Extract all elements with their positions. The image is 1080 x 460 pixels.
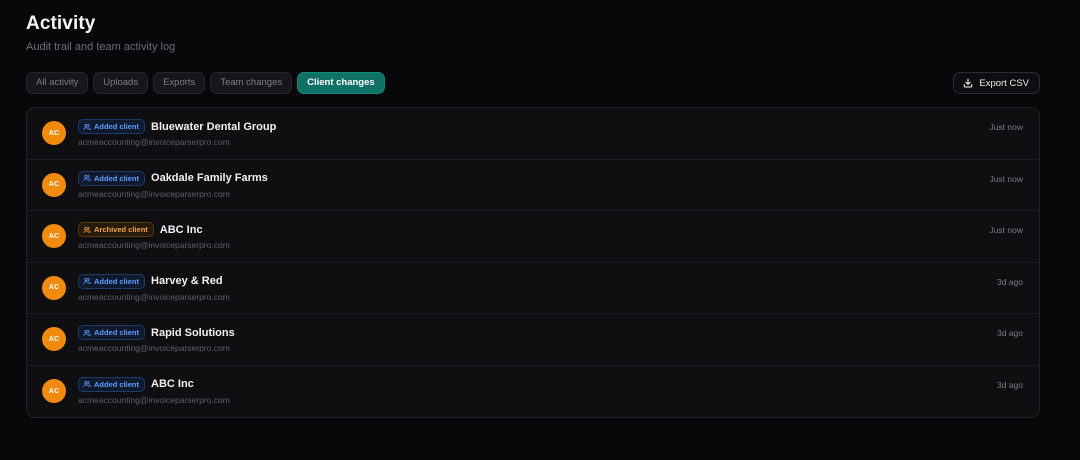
activity-row-content: Added client ABC Inc acmeaccounting@invo… [78, 376, 230, 405]
activity-timestamp: 3d ago [997, 328, 1023, 338]
actor-email: acmeaccounting@invoiceparserpro.com [78, 188, 230, 199]
avatar-initials: AC [48, 387, 60, 395]
page-title: Activity [26, 13, 96, 34]
activity-row-top: Added client Harvey & Red [78, 273, 230, 290]
avatar: AC [42, 121, 66, 146]
client-name: Rapid Solutions [151, 326, 235, 339]
activity-page: Activity Audit trail and team activity l… [0, 0, 1080, 460]
activity-list: AC Added client Bluewater Dental Group a… [26, 107, 1040, 418]
users-icon [83, 277, 91, 285]
client-name: Oakdale Family Farms [151, 172, 268, 184]
users-icon [83, 123, 91, 131]
page-subtitle: Audit trail and team activity log [26, 41, 176, 53]
export-csv-label: Export CSV [979, 77, 1029, 89]
avatar-initials: AC [48, 284, 60, 292]
client-name: Bluewater Dental Group [151, 120, 277, 133]
tab-team-changes[interactable]: Team changes [210, 72, 293, 94]
activity-timestamp: Just now [989, 122, 1023, 132]
page-header: Activity Audit trail and team activity l… [26, 12, 175, 54]
action-badge-label: Added client [94, 122, 140, 131]
activity-row-content: Added client Bluewater Dental Group acme… [78, 118, 276, 147]
avatar: AC [42, 327, 66, 352]
avatar-initials: AC [48, 335, 60, 343]
actor-email: acmeaccounting@invoiceparserpro.com [78, 240, 230, 250]
activity-timestamp: 3d ago [997, 379, 1023, 390]
action-badge: Added client [78, 170, 146, 186]
actor-email: acmeaccounting@invoiceparserpro.com [78, 343, 230, 353]
users-icon [83, 380, 91, 388]
activity-row[interactable]: AC Archived client ABC Inc acmeaccountin… [27, 211, 1039, 263]
action-badge-label: Archived client [94, 225, 148, 234]
action-badge-label: Added client [94, 379, 140, 389]
avatar: AC [42, 275, 66, 300]
activity-timestamp: 3d ago [997, 276, 1023, 287]
avatar-initials: AC [48, 129, 60, 137]
activity-row-top: Added client ABC Inc [78, 376, 230, 393]
action-badge: Archived client [78, 222, 154, 237]
tab-uploads[interactable]: Uploads [93, 72, 149, 94]
activity-row-top: Added client Bluewater Dental Group [78, 118, 276, 135]
activity-timestamp: Just now [989, 225, 1023, 235]
client-name: ABC Inc [151, 378, 194, 390]
activity-timestamp: Just now [989, 173, 1023, 184]
activity-row[interactable]: AC Added client Bluewater Dental Group a… [27, 108, 1039, 160]
action-badge: Added client [78, 325, 146, 340]
avatar: AC [42, 224, 66, 249]
avatar: AC [42, 172, 66, 197]
client-name: Harvey & Red [151, 275, 223, 287]
download-icon [963, 78, 973, 88]
avatar-initials: AC [48, 181, 60, 189]
activity-row-content: Added client Oakdale Family Farms acmeac… [78, 170, 268, 199]
avatar-initials: AC [48, 232, 60, 240]
activity-row[interactable]: AC Added client Oakdale Family Farms acm… [27, 160, 1039, 211]
client-name: ABC Inc [159, 223, 203, 236]
activity-row-top: Added client Rapid Solutions [78, 324, 235, 341]
activity-row-content: Added client Rapid Solutions acmeaccount… [78, 324, 235, 353]
activity-row[interactable]: AC Added client ABC Inc acmeaccounting@i… [27, 366, 1039, 418]
tab-exports[interactable]: Exports [153, 72, 206, 94]
actor-email: acmeaccounting@invoiceparserpro.com [78, 291, 230, 302]
tab-all-activity[interactable]: All activity [26, 72, 89, 94]
activity-row-top: Archived client ABC Inc [78, 221, 230, 238]
action-badge: Added client [78, 119, 146, 134]
users-icon [83, 174, 91, 182]
action-badge: Added client [78, 273, 146, 289]
avatar: AC [42, 379, 66, 404]
export-csv-button[interactable]: Export CSV [953, 72, 1040, 94]
activity-row-content: Archived client ABC Inc acmeaccounting@i… [78, 221, 230, 250]
activity-row[interactable]: AC Added client Harvey & Red acmeaccount… [27, 263, 1039, 314]
filter-tabs: All activity Uploads Exports Team change… [26, 72, 385, 94]
actor-email: acmeaccounting@invoiceparserpro.com [78, 394, 230, 405]
users-icon [83, 329, 91, 337]
action-badge-label: Added client [94, 173, 140, 183]
users-icon [83, 226, 91, 234]
activity-row[interactable]: AC Added client Rapid Solutions acmeacco… [27, 314, 1039, 366]
action-badge-label: Added client [94, 328, 140, 337]
activity-row-top: Added client Oakdale Family Farms [78, 170, 268, 187]
actor-email: acmeaccounting@invoiceparserpro.com [78, 137, 230, 147]
tab-client-changes[interactable]: Client changes [297, 72, 385, 94]
action-badge: Added client [78, 376, 146, 392]
activity-row-content: Added client Harvey & Red acmeaccounting… [78, 273, 230, 302]
action-badge-label: Added client [94, 276, 140, 286]
